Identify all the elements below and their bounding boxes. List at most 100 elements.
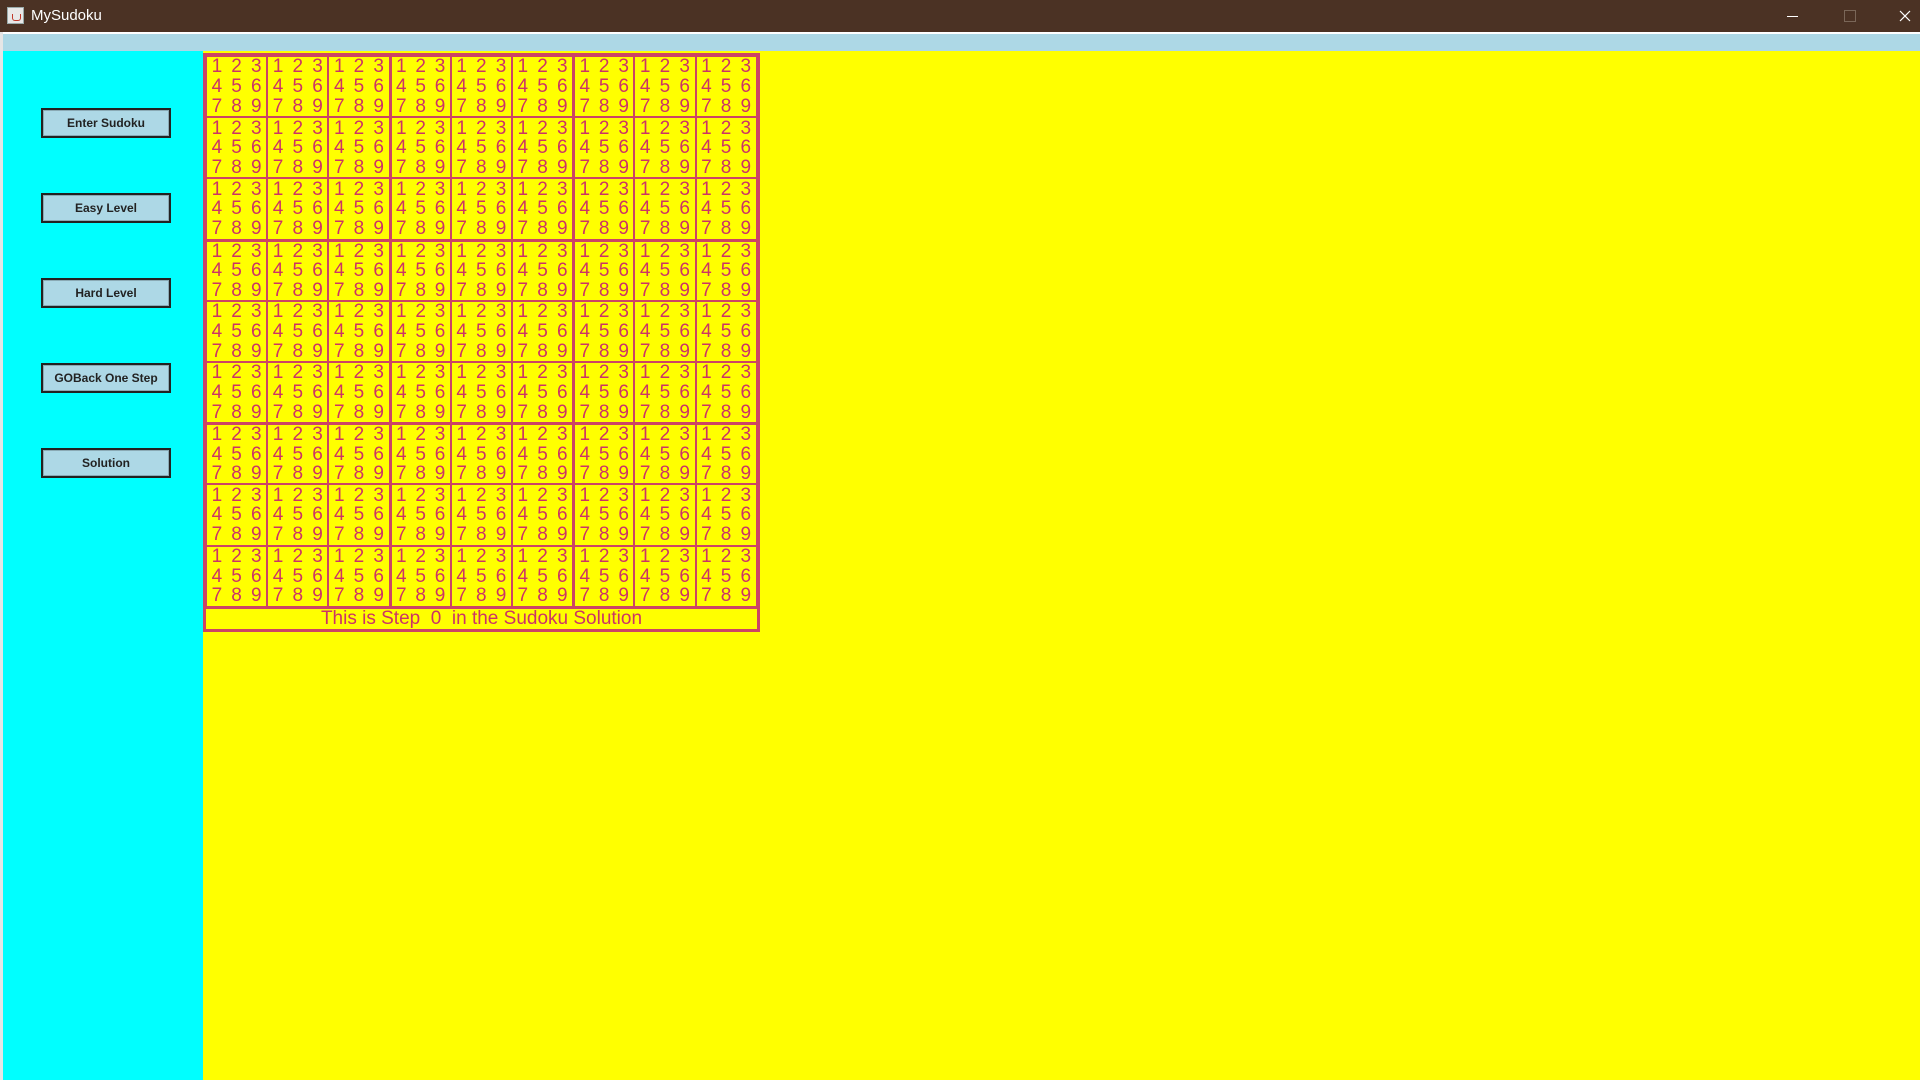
sudoku-cell[interactable]: 123 456 789	[511, 117, 574, 179]
sudoku-cell[interactable]: 123 456 789	[389, 545, 451, 607]
sudoku-cell[interactable]: 123 456 789	[328, 239, 390, 301]
candidate-digit: 5	[598, 504, 610, 526]
sudoku-cell[interactable]: 123 456 789	[695, 545, 757, 607]
sudoku-cell[interactable]: 123 456 789	[328, 300, 390, 362]
sudoku-cell[interactable]: 123 456 789	[389, 484, 451, 546]
sudoku-cell[interactable]: 123 456 789	[267, 423, 329, 485]
candidate-digit: 1	[517, 484, 529, 506]
sudoku-cell[interactable]: 123 456 789	[206, 423, 268, 485]
sudoku-cell[interactable]: 123 456 789	[634, 300, 696, 362]
sudoku-cell[interactable]: 123 456 789	[389, 423, 451, 485]
candidate-digit: 1	[701, 240, 712, 262]
candidate-digit: 9	[251, 279, 262, 301]
sudoku-cell[interactable]: 123 456 789	[573, 117, 635, 179]
sudoku-cell[interactable]: 123 456 789	[328, 56, 390, 118]
sudoku-cell[interactable]: 123 456 789	[573, 178, 635, 240]
sudoku-cell[interactable]: 123 456 789	[328, 117, 390, 179]
sudoku-cell[interactable]: 123 456 789	[267, 178, 329, 240]
sudoku-cell[interactable]: 123 456 789	[328, 423, 390, 485]
sudoku-cell[interactable]: 123 456 789	[634, 178, 696, 240]
sudoku-cell[interactable]: 123 456 789	[634, 56, 696, 118]
sudoku-cell[interactable]: 123 456 789	[267, 300, 329, 362]
sudoku-cell[interactable]: 123 456 789	[206, 300, 268, 362]
sudoku-cell[interactable]: 123 456 789	[206, 117, 268, 179]
sudoku-cell[interactable]: 123 456 789	[695, 423, 757, 485]
sudoku-cell[interactable]: 123 456 789	[206, 56, 268, 118]
sudoku-cell[interactable]: 123 456 789	[267, 361, 329, 424]
sudoku-cell[interactable]: 123 456 789	[511, 484, 574, 546]
sudoku-cell[interactable]: 123 456 789	[695, 178, 757, 240]
sudoku-cell[interactable]: 123 456 789	[634, 117, 696, 179]
sudoku-cell[interactable]: 123 456 789	[573, 239, 635, 301]
enter-sudoku-button[interactable]: Enter Sudoku	[41, 108, 171, 138]
sudoku-cell[interactable]: 123 456 789	[389, 361, 451, 424]
sudoku-cell[interactable]: 123 456 789	[634, 423, 696, 485]
sudoku-cell[interactable]: 123 456 789	[450, 178, 512, 240]
sudoku-cell[interactable]: 123 456 789	[511, 239, 574, 301]
sudoku-cell[interactable]: 123 456 789	[634, 361, 696, 424]
sudoku-cell[interactable]: 123 456 789	[450, 300, 512, 362]
candidate-digit: 8	[292, 463, 304, 485]
sudoku-cell[interactable]: 123 456 789	[511, 56, 574, 118]
sudoku-cell[interactable]: 123 456 789	[511, 545, 574, 607]
sudoku-cell[interactable]: 123 456 789	[573, 56, 635, 118]
candidate-digit: 9	[373, 401, 384, 423]
maximize-button[interactable]	[1827, 0, 1873, 32]
candidate-digit: 9	[312, 95, 323, 117]
sudoku-cell[interactable]: 123 456 789	[573, 300, 635, 362]
sudoku-cell[interactable]: 123 456 789	[328, 361, 390, 424]
sudoku-cell[interactable]: 123 456 789	[389, 117, 451, 179]
solution-button[interactable]: Solution	[41, 448, 171, 478]
close-button[interactable]	[1882, 0, 1920, 32]
sudoku-grid: 1234567891234567891234567891234567891234…	[206, 56, 757, 607]
sudoku-cell[interactable]: 123 456 789	[511, 423, 574, 485]
sudoku-cell[interactable]: 123 456 789	[511, 300, 574, 362]
go-back-one-step-button[interactable]: GOBack One Step	[41, 363, 171, 393]
sudoku-cell[interactable]: 123 456 789	[450, 423, 512, 485]
sudoku-cell[interactable]: 123 456 789	[389, 178, 451, 240]
sudoku-cell[interactable]: 123 456 789	[634, 545, 696, 607]
sudoku-cell[interactable]: 123 456 789	[573, 423, 635, 485]
sudoku-cell[interactable]: 123 456 789	[267, 117, 329, 179]
sudoku-cell[interactable]: 123 456 789	[206, 484, 268, 546]
sudoku-cell[interactable]: 123 456 789	[206, 178, 268, 240]
sudoku-cell[interactable]: 123 456 789	[450, 117, 512, 179]
hard-level-button[interactable]: Hard Level	[41, 278, 171, 308]
sudoku-cell[interactable]: 123 456 789	[267, 239, 329, 301]
sudoku-cell[interactable]: 123 456 789	[267, 484, 329, 546]
sudoku-cell[interactable]: 123 456 789	[634, 484, 696, 546]
sudoku-cell[interactable]: 123 456 789	[450, 545, 512, 607]
sudoku-cell[interactable]: 123 456 789	[389, 239, 451, 301]
sudoku-cell[interactable]: 123 456 789	[450, 239, 512, 301]
sudoku-cell[interactable]: 123 456 789	[206, 239, 268, 301]
sudoku-cell[interactable]: 123 456 789	[206, 545, 268, 607]
sudoku-cell[interactable]: 123 456 789	[267, 545, 329, 607]
sudoku-cell[interactable]: 123 456 789	[695, 361, 757, 424]
sudoku-cell[interactable]: 123 456 789	[573, 545, 635, 607]
minimize-button[interactable]	[1769, 0, 1815, 32]
candidate-digit: 1	[579, 301, 591, 323]
sudoku-cell[interactable]: 123 456 789	[328, 484, 390, 546]
sudoku-cell[interactable]: 123 456 789	[450, 361, 512, 424]
sudoku-cell[interactable]: 123 456 789	[206, 361, 268, 424]
sudoku-cell[interactable]: 123 456 789	[267, 56, 329, 118]
sudoku-cell[interactable]: 123 456 789	[695, 56, 757, 118]
candidate-digit: 9	[618, 157, 629, 178]
sudoku-cell[interactable]: 123 456 789	[328, 178, 390, 240]
sudoku-cell[interactable]: 123 456 789	[450, 56, 512, 118]
sudoku-cell[interactable]: 123 456 789	[389, 56, 451, 118]
sudoku-cell[interactable]: 123 456 789	[450, 484, 512, 546]
sudoku-cell[interactable]: 123 456 789	[573, 484, 635, 546]
sudoku-cell[interactable]: 123 456 789	[695, 484, 757, 546]
sudoku-cell[interactable]: 123 456 789	[695, 300, 757, 362]
sudoku-cell[interactable]: 123 456 789	[328, 545, 390, 607]
sudoku-cell[interactable]: 123 456 789	[389, 300, 451, 362]
sudoku-cell[interactable]: 123 456 789	[695, 239, 757, 301]
sudoku-cell[interactable]: 123 456 789	[511, 361, 574, 424]
sudoku-cell[interactable]: 123 456 789	[634, 239, 696, 301]
easy-level-button[interactable]: Easy Level	[41, 193, 171, 223]
sudoku-cell[interactable]: 123 456 789	[695, 117, 757, 179]
sudoku-cell[interactable]: 123 456 789	[573, 361, 635, 424]
sudoku-cell[interactable]: 123 456 789	[511, 178, 574, 240]
candidate-digit: 9	[556, 279, 568, 301]
